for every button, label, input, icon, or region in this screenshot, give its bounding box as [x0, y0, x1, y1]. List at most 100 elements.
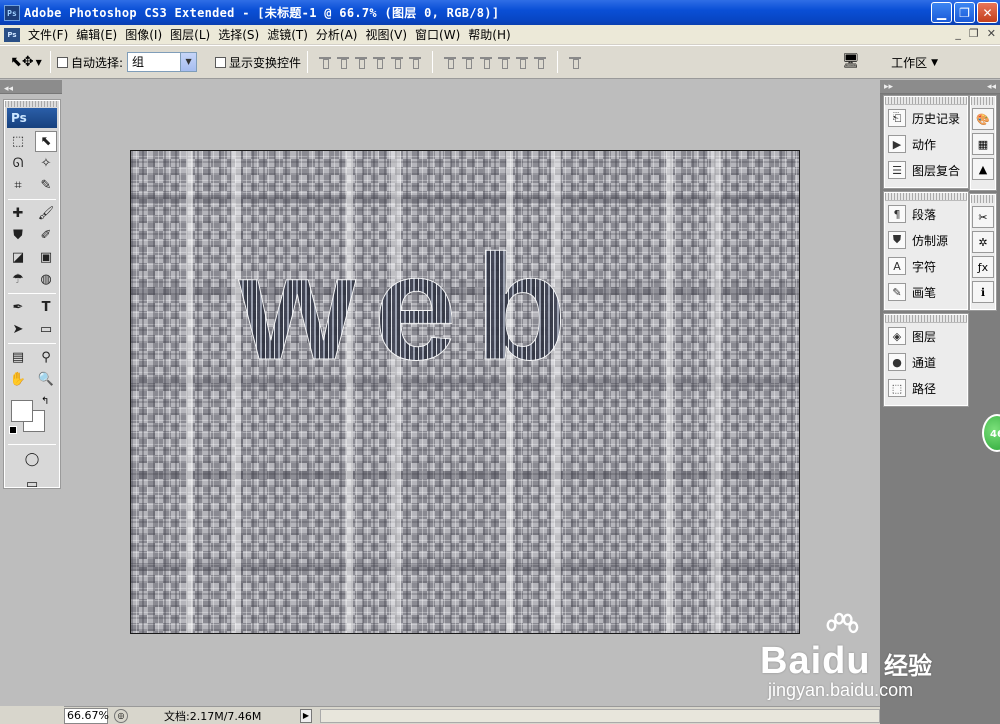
info-icon[interactable]: ℹ: [972, 281, 994, 303]
panel-item-paragraph[interactable]: ¶ 段落: [885, 201, 967, 227]
pen-tool-icon[interactable]: ✒: [7, 297, 29, 318]
doc-minimize-button[interactable]: _: [955, 27, 961, 40]
version-cue-icon[interactable]: ◎: [114, 708, 128, 723]
align-horizontal-center-icon[interactable]: [390, 54, 404, 70]
notes-tool-icon[interactable]: ▤: [7, 347, 29, 368]
workspace-menu[interactable]: 工作区 ▼: [891, 54, 938, 71]
app-icon[interactable]: Ps: [4, 4, 20, 21]
crop-tool-icon[interactable]: ⌗: [7, 175, 29, 196]
marquee-tool-icon[interactable]: ⬚: [7, 131, 29, 152]
panel-grip[interactable]: [885, 193, 967, 201]
styles-icon[interactable]: ƒx: [972, 256, 994, 278]
distribute-top-icon[interactable]: [443, 54, 457, 70]
distribute-bottom-icon[interactable]: [479, 54, 493, 70]
path-selection-tool-icon[interactable]: ➤: [7, 319, 29, 340]
navigator-compass-icon[interactable]: ✲: [972, 231, 994, 253]
tool-presets-icon[interactable]: ✂: [972, 206, 994, 228]
rectangle-tool-icon[interactable]: ▭: [35, 319, 57, 340]
close-button[interactable]: ✕: [977, 2, 998, 23]
auto-align-icon[interactable]: [568, 54, 582, 70]
status-menu-arrow-icon[interactable]: ▶: [300, 708, 312, 723]
align-right-icon[interactable]: [408, 54, 422, 70]
slice-tool-icon[interactable]: ✎: [35, 175, 57, 196]
panel-item-history[interactable]: ⎗ 历史记录: [885, 105, 967, 131]
collapse-arrows-icon[interactable]: ◂◂: [4, 84, 13, 94]
hand-tool-icon[interactable]: ✋: [7, 369, 29, 390]
collapse-arrows-icon[interactable]: ◂◂: [987, 80, 996, 94]
show-transform-checkbox[interactable]: [215, 56, 227, 68]
toolbox-grip[interactable]: [5, 101, 59, 107]
toolbox-logo[interactable]: Ps: [7, 108, 57, 128]
show-transform-option[interactable]: 显示变换控件: [215, 54, 301, 71]
restore-button[interactable]: ❐: [954, 2, 975, 23]
type-tool-icon[interactable]: T: [35, 297, 57, 318]
swap-colors-icon[interactable]: ↰: [41, 396, 49, 407]
zoom-tool-icon[interactable]: 🔍: [35, 369, 57, 390]
screen-mode-icon[interactable]: ▭: [21, 474, 43, 495]
panel-grip[interactable]: [885, 315, 967, 323]
align-vertical-center-icon[interactable]: [336, 54, 350, 70]
navigator-icon[interactable]: 🎨: [972, 108, 994, 130]
move-tool-icon[interactable]: ⬉: [35, 131, 57, 152]
panel-item-actions[interactable]: ▶ 动作: [885, 131, 967, 157]
default-colors-icon[interactable]: [9, 426, 17, 434]
auto-select-dropdown[interactable]: 组 ▼: [127, 52, 198, 72]
history-brush-tool-icon[interactable]: ✐: [35, 225, 57, 246]
panel-grip[interactable]: [971, 97, 995, 105]
dodge-tool-icon[interactable]: ◍: [35, 269, 57, 290]
histogram-icon[interactable]: ▲: [972, 158, 994, 180]
menu-file[interactable]: 文件(F): [26, 26, 74, 43]
menu-window[interactable]: 窗口(W): [413, 26, 466, 43]
panel-item-paths[interactable]: ⬚ 路径: [885, 375, 967, 401]
foreground-color-swatch[interactable]: [11, 400, 33, 422]
menu-analysis[interactable]: 分析(A): [314, 26, 364, 43]
menu-edit[interactable]: 编辑(E): [74, 26, 123, 43]
panel-grip[interactable]: [971, 195, 995, 203]
eyedropper-tool-icon[interactable]: ⚲: [35, 347, 57, 368]
panel-item-character[interactable]: A 字符: [885, 253, 967, 279]
panel-item-layer-comps[interactable]: ☰ 图层复合: [885, 157, 967, 183]
distribute-left-icon[interactable]: [497, 54, 511, 70]
panel-item-channels[interactable]: ● 通道: [885, 349, 967, 375]
panel-label: 图层: [912, 329, 937, 344]
collapse-arrows-icon[interactable]: ▸▸: [884, 82, 893, 92]
panel-grip[interactable]: [885, 97, 967, 105]
blur-tool-icon[interactable]: ☂: [7, 269, 29, 290]
zoom-field[interactable]: 66.67%: [64, 707, 109, 724]
clone-stamp-tool-icon[interactable]: ⛊: [7, 225, 29, 246]
align-left-icon[interactable]: [372, 54, 386, 70]
bridge-icon[interactable]: 🖥: [842, 53, 862, 71]
divider: [8, 199, 56, 200]
distribute-right-icon[interactable]: [533, 54, 547, 70]
healing-brush-tool-icon[interactable]: ✚: [7, 203, 29, 224]
watermark-url: jingyan.baidu.com: [768, 680, 914, 700]
menu-view[interactable]: 视图(V): [363, 26, 413, 43]
panel-item-layers[interactable]: ◈ 图层: [885, 323, 967, 349]
menu-image[interactable]: 图像(I): [123, 26, 168, 43]
menu-select[interactable]: 选择(S): [216, 26, 265, 43]
distribute-horizontal-center-icon[interactable]: [515, 54, 529, 70]
document-icon[interactable]: Ps: [4, 27, 20, 42]
brush-tool-icon[interactable]: 🖌: [35, 203, 57, 224]
menu-help[interactable]: 帮助(H): [466, 26, 516, 43]
panel-item-clone-source[interactable]: ⛊ 仿制源: [885, 227, 967, 253]
doc-restore-button[interactable]: ❐: [969, 27, 979, 40]
auto-select-option[interactable]: 自动选择:: [57, 54, 123, 71]
move-tool-preset-picker[interactable]: ⬉✥ ▼: [8, 50, 44, 74]
auto-select-checkbox[interactable]: [57, 56, 68, 68]
panel-item-brushes[interactable]: ✎ 画笔: [885, 279, 967, 305]
magic-wand-tool-icon[interactable]: ✧: [35, 153, 57, 174]
eraser-tool-icon[interactable]: ◪: [7, 247, 29, 268]
align-top-icon[interactable]: [318, 54, 332, 70]
swatches-icon[interactable]: ▦: [972, 133, 994, 155]
canvas[interactable]: web: [130, 150, 800, 634]
lasso-tool-icon[interactable]: ᘏ: [7, 153, 29, 174]
menu-filter[interactable]: 滤镜(T): [265, 26, 314, 43]
quick-mask-icon[interactable]: ◯: [21, 449, 43, 470]
distribute-vertical-center-icon[interactable]: [461, 54, 475, 70]
align-bottom-icon[interactable]: [354, 54, 368, 70]
menu-layer[interactable]: 图层(L): [168, 26, 216, 43]
gradient-tool-icon[interactable]: ▣: [35, 247, 57, 268]
doc-close-button[interactable]: ✕: [987, 27, 996, 40]
minimize-button[interactable]: ▁: [931, 2, 952, 23]
